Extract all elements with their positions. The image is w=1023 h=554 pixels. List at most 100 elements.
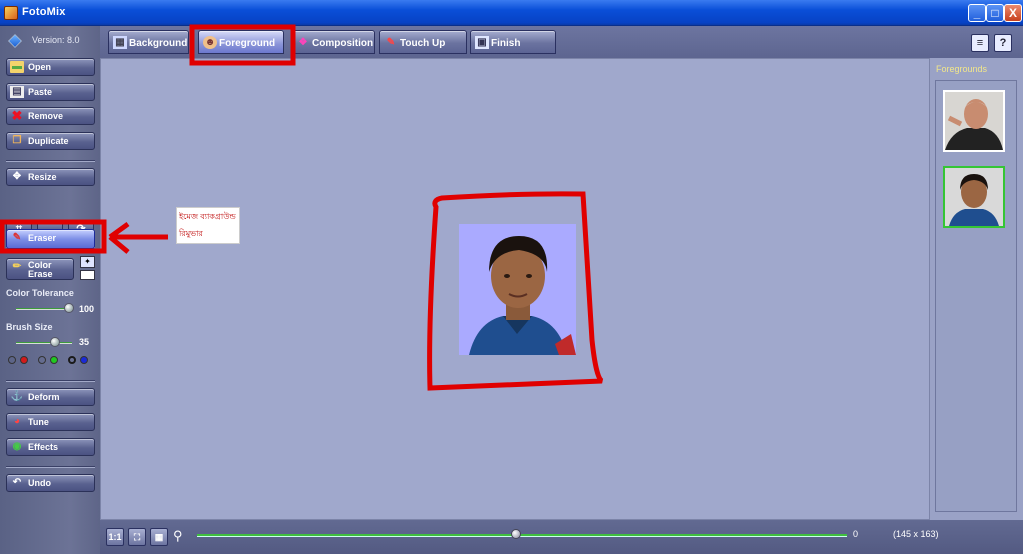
fit-button[interactable]: ⛶ [128,528,146,546]
landscape-icon: ▦ [113,36,127,49]
undo-icon: ↶ [12,477,22,488]
resize-label: Resize [28,172,57,182]
zoom-slider-knob[interactable] [511,529,521,539]
actual-size-button[interactable]: 1:1 [106,528,124,546]
foregrounds-label: Foregrounds [936,64,988,74]
tab-label: Background [129,38,188,49]
move-arrows-icon: ✥ [12,171,22,182]
pencil-icon: ✏ [12,261,22,272]
foreground-photo[interactable] [459,224,576,355]
paste-button[interactable]: ▤ Paste [6,83,95,101]
divider [6,466,95,468]
tab-foreground[interactable]: ☻ Foreground [198,30,284,54]
deform-button[interactable]: ⚓ Deform [6,388,95,406]
paste-label: Paste [28,87,53,97]
brush-color-red[interactable] [20,356,28,364]
grid-icon: ▦ [154,532,164,542]
divider [6,380,95,382]
grid-button[interactable]: ▦ [150,528,168,546]
window-title: FotoMix [22,6,66,18]
resize-button[interactable]: ✥ Resize [6,168,95,186]
undo-button[interactable]: ↶ Undo [6,474,95,492]
brush-size-value: 35 [79,337,90,347]
tab-background[interactable]: ▦ Background [108,30,189,54]
color-picker-icon[interactable]: ✦ [80,256,95,268]
clipboard-icon: ▤ [10,86,24,98]
folder-icon: ▬ [10,61,24,73]
color-wheel-icon: ◕ [13,416,21,427]
color-tolerance-value: 100 [79,304,95,314]
color-erase-button[interactable]: ✏ Color Erase [6,258,74,280]
app-logo-icon [4,6,18,20]
tab-label: Foreground [219,38,276,49]
duplicate-button[interactable]: ❐ Duplicate [6,132,95,150]
tab-label: Finish [491,38,521,49]
brush-size-slider[interactable] [16,337,72,347]
zoom-slider[interactable] [197,529,847,539]
version-info: Version: 8.0 [6,34,96,48]
foreground-thumbnail-1[interactable] [943,90,1005,152]
brush-icon: ✎ [386,37,396,48]
gem-icon [8,34,22,48]
bottom-toolbar: 1:1 ⛶ ▦ ⚲ 0 (145 x 163) [100,520,1023,554]
zoom-icon: ⚲ [173,528,183,543]
version-label: Version: 8.0 [32,35,80,45]
thumbnail-image [945,92,1003,150]
zoom-value: 0 [853,529,859,539]
tab-touch-up[interactable]: ✎ Touch Up [379,30,467,54]
remove-button[interactable]: ✖ Remove [6,107,95,125]
brush-color-blue[interactable] [80,356,88,364]
annotation-line-2: রিমুভার [179,229,203,238]
thumbnail-image [945,168,1003,226]
foreground-thumbnail-2[interactable] [943,166,1005,228]
eraser-button[interactable]: ✎ Eraser [6,229,95,249]
remove-x-icon: ✖ [11,108,23,123]
foregrounds-panel: Foregrounds [930,58,1023,520]
color-tolerance-slider[interactable] [16,303,74,313]
close-button[interactable]: X [1004,4,1022,22]
tab-label: Touch Up [400,38,446,49]
effects-button[interactable]: ◉ Effects [6,438,95,456]
deform-icon: ⚓ [10,391,24,402]
tab-bar: ▦ Background ☻ Foreground ❖ Composition … [100,26,1023,58]
fit-icon: ⛶ [133,532,141,542]
tab-composition[interactable]: ❖ Composition [291,30,375,54]
tune-label: Tune [28,417,49,427]
actual-size-icon: 1:1 [108,532,122,542]
sidebar: Version: 8.0 ▬ Open ▤ Paste ✖ Remove ❐ D… [0,26,100,554]
remove-label: Remove [28,111,64,121]
color-swatch[interactable] [80,270,95,280]
open-label: Open [28,62,52,72]
divider [6,160,95,162]
maximize-button[interactable]: □ [986,4,1004,22]
portrait-icon: ☻ [203,36,217,49]
brush-color-green[interactable] [50,356,58,364]
brush-color-white[interactable] [8,356,16,364]
tune-button[interactable]: ◕ Tune [6,413,95,431]
title-bar: FotoMix _ □ X [0,0,1023,26]
composition-icon: ❖ [298,37,308,48]
portrait-image [459,224,576,355]
disk-icon: ▣ [475,36,489,49]
annotation-line-1: ইমেজ ব্যাকগ্রাউন্ড [179,212,236,221]
help-button[interactable]: ? [994,34,1012,52]
slider-knob[interactable] [64,303,74,313]
color-erase-label: Color Erase [28,260,53,279]
duplicate-icon: ❐ [12,135,22,146]
annotation-callout: ইমেজ ব্যাকগ্রাউন্ড রিমুভার [176,207,240,244]
open-button[interactable]: ▬ Open [6,58,95,76]
brush-size-label: Brush Size [6,322,53,332]
duplicate-label: Duplicate [28,136,69,146]
effects-icon: ◉ [12,441,22,452]
tab-finish[interactable]: ▣ Finish [470,30,556,54]
slider-knob[interactable] [50,337,60,347]
flag-icon[interactable]: ≡ [971,34,989,52]
deform-label: Deform [28,392,60,402]
effects-label: Effects [28,442,59,452]
eraser-icon: ✎ [12,232,22,243]
color-tolerance-label: Color Tolerance [6,288,74,298]
brush-color-white[interactable] [38,356,46,364]
eraser-label: Eraser [28,233,57,243]
minimize-button[interactable]: _ [968,4,986,22]
brush-color-white-selected[interactable] [68,356,76,364]
